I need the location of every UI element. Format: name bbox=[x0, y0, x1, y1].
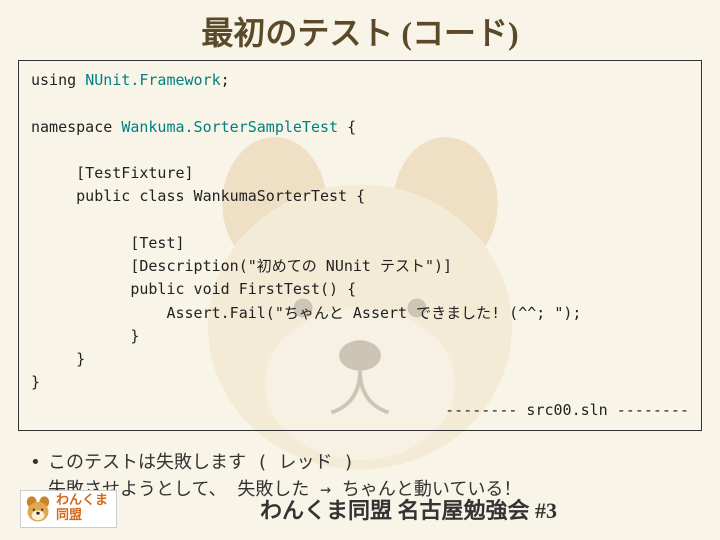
footer: わんくま 同盟 わんくま同盟 名古屋勉強会 #3 bbox=[0, 490, 720, 528]
logo-text: わんくま 同盟 bbox=[56, 494, 108, 524]
code-line: } bbox=[31, 350, 85, 368]
code-line: [Test] bbox=[31, 234, 185, 252]
code-line: ; bbox=[221, 71, 230, 89]
bullet-item: •このテストは失敗します ( レッド ) bbox=[30, 449, 690, 476]
code-line: using bbox=[31, 71, 85, 89]
code-line: } bbox=[31, 327, 139, 345]
code-line: public void FirstTest() { bbox=[31, 280, 356, 298]
code-line: namespace bbox=[31, 118, 121, 136]
code-block: using NUnit.Framework; namespace Wankuma… bbox=[18, 60, 702, 431]
footer-title: わんくま同盟 名古屋勉強会 #3 bbox=[117, 493, 700, 525]
logo: わんくま 同盟 bbox=[20, 490, 117, 528]
slide-title: 最初のテスト (コード) bbox=[0, 0, 720, 60]
code-line: { bbox=[338, 118, 356, 136]
code-line: Wankuma.SorterSampleTest bbox=[121, 118, 338, 136]
code-line: Assert.Fail("ちゃんと Assert できました! (^^; "); bbox=[31, 304, 581, 322]
code-line: } bbox=[31, 373, 40, 391]
code-line: [Description("初めての NUnit テスト")] bbox=[31, 257, 452, 275]
code-line: NUnit.Framework bbox=[85, 71, 220, 89]
source-note: -------- src00.sln -------- bbox=[31, 399, 689, 422]
code-line: public class WankumaSorterTest { bbox=[31, 187, 365, 205]
bear-icon bbox=[24, 495, 52, 523]
code-line: [TestFixture] bbox=[31, 164, 194, 182]
